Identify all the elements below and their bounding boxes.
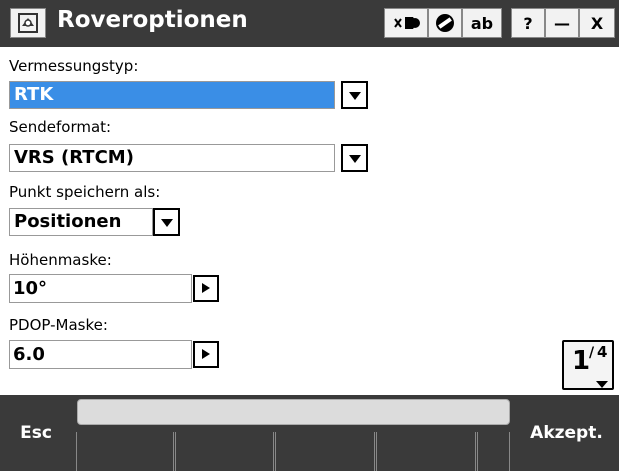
pdop-mask-input[interactable]: 6.0 — [9, 340, 192, 369]
broadcast-format-label: Sendeformat: — [9, 118, 112, 136]
chevron-down-icon — [160, 213, 174, 232]
elevation-mask-popup-button[interactable] — [193, 275, 219, 302]
store-point-dropdown[interactable]: Positionen — [9, 208, 153, 236]
chevron-down-icon — [595, 374, 609, 393]
form-area: Vermessungstyp: RTK Sendeformat: VRS (RT… — [0, 47, 619, 395]
esc-button[interactable]: Esc — [0, 395, 72, 471]
sync-button[interactable] — [384, 8, 428, 38]
status-field — [77, 399, 510, 425]
survey-type-dropdown-button[interactable] — [341, 81, 368, 109]
broadcast-format-dropdown[interactable]: VRS (RTCM) — [9, 144, 335, 172]
page-slash: / — [589, 345, 595, 361]
help-button[interactable]: ? — [511, 8, 545, 38]
broadcast-format-dropdown-button[interactable] — [341, 144, 368, 172]
survey-type-label: Vermessungstyp: — [9, 57, 139, 75]
keyboard-button[interactable]: ab — [462, 8, 502, 38]
softkey-slot-4[interactable] — [376, 432, 476, 471]
close-button[interactable]: X — [579, 8, 615, 38]
accept-button[interactable]: Akzept. — [514, 395, 619, 471]
softkey-slot-2[interactable] — [175, 432, 274, 471]
chevron-down-icon — [348, 86, 362, 105]
chevron-down-icon — [348, 149, 362, 168]
no-entry-icon — [434, 12, 456, 34]
page-navigation-button[interactable]: 1 / 4 — [562, 340, 614, 390]
softkey-slot-5[interactable] — [477, 432, 510, 471]
store-point-label: Punkt speichern als: — [9, 183, 161, 201]
sync-icon — [389, 13, 423, 33]
play-icon — [201, 279, 211, 298]
elevation-mask-label: Höhenmaske: — [9, 251, 112, 269]
store-point-dropdown-button[interactable] — [153, 208, 180, 236]
pdop-mask-popup-button[interactable] — [193, 341, 219, 368]
minimize-button[interactable]: — — [545, 8, 579, 38]
page-total: 4 — [597, 343, 608, 361]
play-icon — [201, 345, 211, 364]
softkey-slot-3[interactable] — [275, 432, 375, 471]
app-icon[interactable] — [10, 8, 46, 38]
no-entry-button[interactable] — [428, 8, 462, 38]
page-current: 1 — [572, 346, 591, 376]
survey-type-dropdown[interactable]: RTK — [9, 81, 335, 109]
softkey-slot-1[interactable] — [76, 432, 174, 471]
pdop-mask-label: PDOP-Maske: — [9, 316, 108, 334]
title-bar: Roveroptionen ab ? — X — [0, 0, 619, 47]
window-title: Roveroptionen — [57, 7, 248, 33]
elevation-mask-input[interactable]: 10° — [9, 274, 192, 303]
softkey-area — [72, 395, 514, 471]
